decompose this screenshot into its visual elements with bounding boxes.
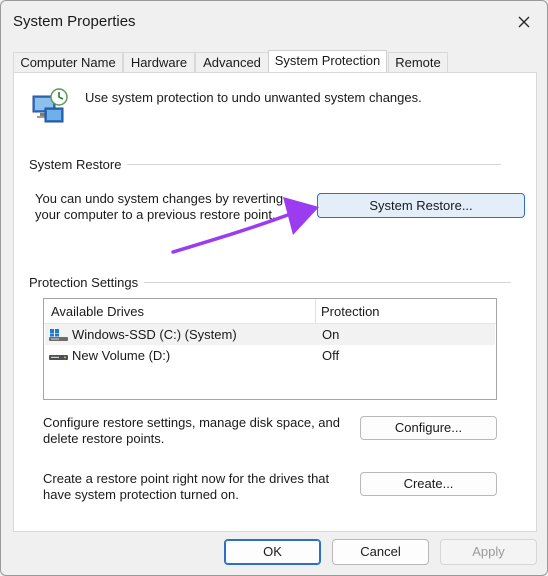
- drive-name: New Volume (D:): [72, 348, 171, 363]
- system-restore-description-line2: your computer to a previous restore poin…: [35, 207, 276, 222]
- column-separator: [315, 299, 316, 323]
- title-bar: System Properties: [1, 1, 547, 43]
- configure-button-label: Configure...: [394, 420, 463, 435]
- create-button[interactable]: Create...: [360, 472, 497, 496]
- drive-protection-status: On: [322, 327, 340, 342]
- cancel-button-label: Cancel: [360, 544, 401, 559]
- system-restore-button[interactable]: System Restore...: [317, 193, 525, 218]
- column-header-protection[interactable]: Protection: [321, 304, 380, 319]
- system-restore-description: You can undo system changes by reverting…: [35, 191, 305, 223]
- windows-drive-icon: [49, 329, 68, 341]
- apply-button[interactable]: Apply: [440, 539, 537, 565]
- header-description: Use system protection to undo unwanted s…: [85, 90, 422, 105]
- cancel-button[interactable]: Cancel: [332, 539, 429, 565]
- drive-row[interactable]: New Volume (D:) Off: [45, 345, 495, 366]
- tab-hardware[interactable]: Hardware: [123, 52, 195, 72]
- system-protection-icon: [32, 88, 68, 123]
- window-title: System Properties: [13, 13, 136, 30]
- create-description: Create a restore point right now for the…: [43, 471, 353, 503]
- tab-computer-name[interactable]: Computer Name: [13, 52, 123, 72]
- close-icon: [518, 16, 530, 28]
- close-button[interactable]: [509, 7, 539, 37]
- apply-button-label: Apply: [472, 544, 505, 559]
- tab-remote[interactable]: Remote: [388, 52, 448, 72]
- ok-button-label: OK: [263, 544, 282, 559]
- create-description-line1: Create a restore point right now for the…: [43, 471, 330, 486]
- create-description-line2: have system protection turned on.: [43, 487, 239, 502]
- drive-icon: [49, 355, 68, 360]
- tab-advanced[interactable]: Advanced: [195, 52, 269, 72]
- drive-protection-status: Off: [322, 348, 340, 363]
- configure-button[interactable]: Configure...: [360, 416, 497, 440]
- system-restore-button-label: System Restore...: [369, 198, 473, 213]
- ok-button[interactable]: OK: [224, 539, 321, 565]
- drive-name: Windows-SSD (C:) (System): [72, 327, 237, 342]
- system-properties-dialog: System Properties Computer Name Hardware…: [0, 0, 548, 576]
- create-button-label: Create...: [403, 476, 454, 491]
- system-restore-description-line1: You can undo system changes by reverting: [35, 191, 284, 206]
- tab-system-protection[interactable]: System Protection: [268, 50, 387, 72]
- drives-list-header: Available Drives Protection: [44, 299, 496, 324]
- group-title-system-restore: System Restore: [29, 157, 128, 172]
- drive-row[interactable]: Windows-SSD (C:) (System) On: [45, 324, 495, 345]
- column-header-available-drives[interactable]: Available Drives: [51, 304, 144, 319]
- configure-description-line1: Configure restore settings, manage disk …: [43, 415, 341, 430]
- group-title-protection-settings: Protection Settings: [29, 275, 145, 290]
- configure-description: Configure restore settings, manage disk …: [43, 415, 353, 447]
- drives-list[interactable]: Available Drives Protection Windows-SSD …: [43, 298, 497, 400]
- configure-description-line2: delete restore points.: [43, 431, 165, 446]
